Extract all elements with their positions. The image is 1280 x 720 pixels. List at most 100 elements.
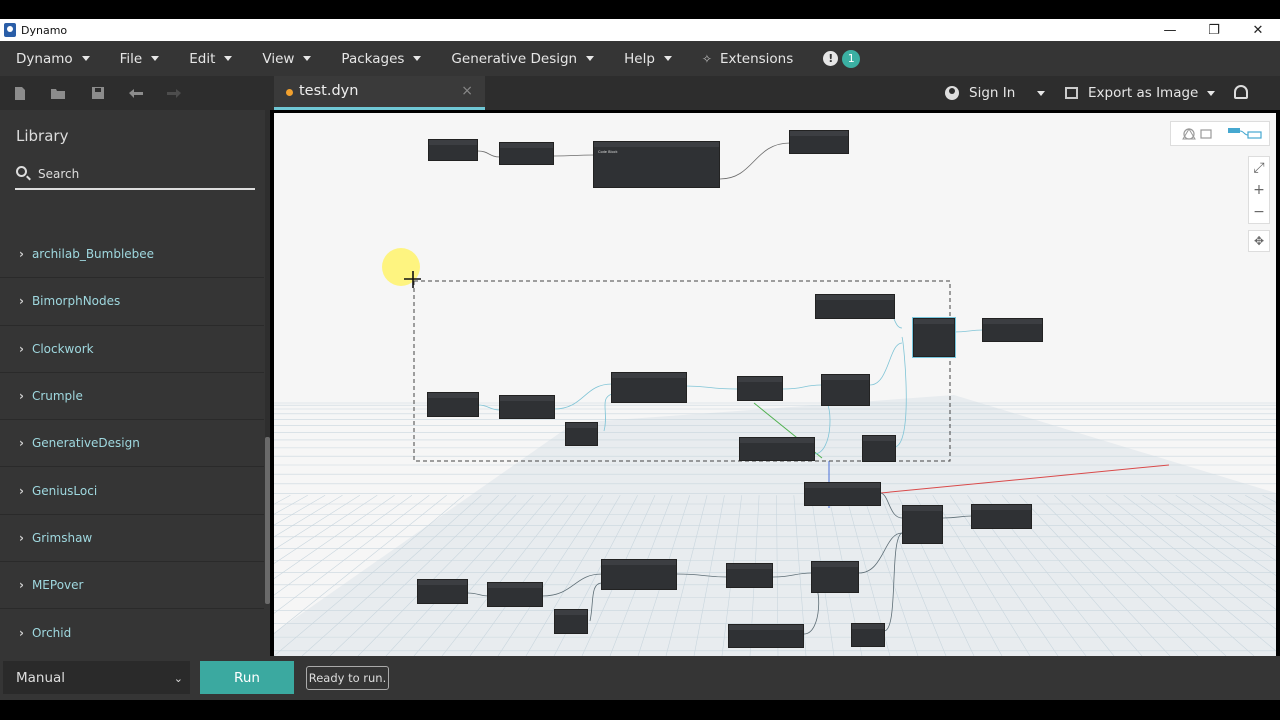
graph-node[interactable] <box>851 623 885 647</box>
graph-node[interactable] <box>821 374 870 406</box>
graph-node[interactable] <box>815 294 895 319</box>
run-button[interactable]: Run <box>200 661 294 694</box>
library-item-grimshaw[interactable]: › Grimshaw <box>0 515 264 563</box>
undo-icon[interactable] <box>128 85 144 101</box>
graph-node[interactable] <box>728 624 804 648</box>
library-item-mepover[interactable]: › MEPover <box>0 562 264 610</box>
library-item-orchid[interactable]: › Orchid <box>0 609 264 657</box>
zoom-in-icon[interactable]: + <box>1249 179 1269 201</box>
pan-icon[interactable]: ✥ <box>1248 230 1270 252</box>
code-block-node[interactable]: Code Block <box>593 141 720 188</box>
run-status: Ready to run. <box>306 666 389 690</box>
save-icon[interactable] <box>90 85 106 101</box>
new-file-icon[interactable] <box>12 85 28 101</box>
graph-node[interactable] <box>804 482 881 506</box>
chevron-down-icon <box>1207 90 1216 96</box>
zoom-out-icon[interactable]: − <box>1249 201 1269 223</box>
graph-node[interactable] <box>902 505 943 544</box>
run-mode-value: Manual <box>16 669 66 686</box>
library-title: Library <box>16 127 69 145</box>
library-item-geniusloci[interactable]: › GeniusLoci <box>0 467 264 515</box>
menu-bar: Dynamo File Edit View Packages Generativ… <box>0 41 1280 76</box>
chevron-right-icon: › <box>19 578 24 593</box>
graph-node[interactable] <box>726 563 773 588</box>
graph-node[interactable] <box>554 609 588 634</box>
graph-canvas[interactable]: Code Block <box>274 113 1276 656</box>
redo-icon[interactable] <box>166 85 182 101</box>
library-item-label: Clockwork <box>31 341 94 356</box>
export-as-image-button[interactable]: Export as Image <box>1065 76 1216 110</box>
library-item-label: Orchid <box>31 625 72 640</box>
chevron-down-icon <box>303 56 312 61</box>
library-item-archilab-bumblebee[interactable]: › archilab_Bumblebee <box>0 231 264 279</box>
close-window-button[interactable]: ✕ <box>1236 19 1280 41</box>
zoom-controls: ⤢ + − <box>1248 156 1270 224</box>
graph-node[interactable] <box>862 435 896 462</box>
graph-node[interactable] <box>487 582 543 607</box>
search-input[interactable] <box>38 164 248 184</box>
chevron-right-icon: › <box>19 247 24 262</box>
sign-in-dropdown[interactable] <box>1037 76 1045 110</box>
graph-node[interactable] <box>499 142 554 165</box>
watch-node[interactable] <box>982 318 1043 342</box>
menu-view[interactable]: View <box>262 50 312 67</box>
library-item-label: Crumple <box>31 389 83 404</box>
bottom-bar: Manual ⌄ Run Ready to run. <box>0 656 1280 700</box>
graph-node[interactable] <box>499 395 555 419</box>
menu-file[interactable]: File <box>120 51 160 67</box>
restore-button[interactable]: ❐ <box>1192 19 1236 41</box>
unsaved-indicator <box>286 89 293 96</box>
chevron-right-icon: › <box>19 483 24 498</box>
graph-node[interactable] <box>565 422 598 446</box>
menu-help[interactable]: Help <box>624 51 672 67</box>
library-scrollbar[interactable] <box>265 110 270 604</box>
library-item-label: GeniusLoci <box>31 483 98 498</box>
menu-generative-design[interactable]: Generative Design <box>451 51 595 67</box>
menu-label: Help <box>624 50 655 67</box>
menu-label: View <box>262 50 295 67</box>
graph-node[interactable] <box>428 139 478 161</box>
watch-node[interactable] <box>789 130 849 154</box>
3d-view-toggle-icon[interactable] <box>1175 126 1219 142</box>
search-icon <box>16 166 27 177</box>
graph-node[interactable] <box>737 376 783 401</box>
image-icon <box>1065 87 1078 99</box>
sign-in-button[interactable]: Sign In <box>945 76 1015 110</box>
tab-test-dyn[interactable]: test.dyn × <box>274 76 485 110</box>
close-icon[interactable]: × <box>461 83 473 99</box>
graph-node[interactable] <box>601 559 677 590</box>
node-title: Code Block <box>598 150 618 154</box>
alert-icon: ! <box>823 51 839 66</box>
scrollbar-thumb[interactable] <box>265 437 270 604</box>
library-item-generativedesign[interactable]: › GenerativeDesign <box>0 420 264 468</box>
menu-dynamo[interactable]: Dynamo <box>16 51 90 67</box>
chevron-right-icon: › <box>19 625 24 640</box>
minimize-button[interactable]: — <box>1148 19 1192 41</box>
graph-node[interactable] <box>912 317 956 358</box>
bell-icon[interactable] <box>1234 85 1248 99</box>
chevron-right-icon: › <box>19 294 24 309</box>
graph-node[interactable] <box>417 579 468 604</box>
zoom-fit-icon[interactable]: ⤢ <box>1249 157 1269 179</box>
library-item-label: GenerativeDesign <box>31 436 140 451</box>
run-mode-select[interactable]: Manual ⌄ <box>3 661 190 694</box>
watch-node[interactable] <box>971 504 1032 529</box>
library-item-clockwork[interactable]: › Clockwork <box>0 326 264 373</box>
chevron-right-icon: › <box>19 341 24 356</box>
title-bar: Dynamo — ❐ ✕ <box>0 19 1280 41</box>
library-item-bimorphnodes[interactable]: › BimorphNodes <box>0 278 264 326</box>
extensions-icon: ✧ <box>701 51 712 66</box>
library-search <box>15 162 255 190</box>
menu-extensions[interactable]: ✧ Extensions <box>702 51 793 67</box>
menu-packages[interactable]: Packages <box>341 51 422 67</box>
notifications-indicator[interactable]: ! 1 <box>823 49 861 68</box>
library-item-crumple[interactable]: › Crumple <box>0 373 264 421</box>
menu-label: Extensions <box>719 50 794 67</box>
menu-edit[interactable]: Edit <box>189 51 233 67</box>
graph-node[interactable] <box>739 437 815 461</box>
graph-node[interactable] <box>427 392 479 417</box>
open-folder-icon[interactable] <box>50 85 66 101</box>
graph-view-toggle-icon[interactable] <box>1225 126 1265 142</box>
graph-node[interactable] <box>611 372 687 403</box>
graph-node[interactable] <box>811 561 859 593</box>
